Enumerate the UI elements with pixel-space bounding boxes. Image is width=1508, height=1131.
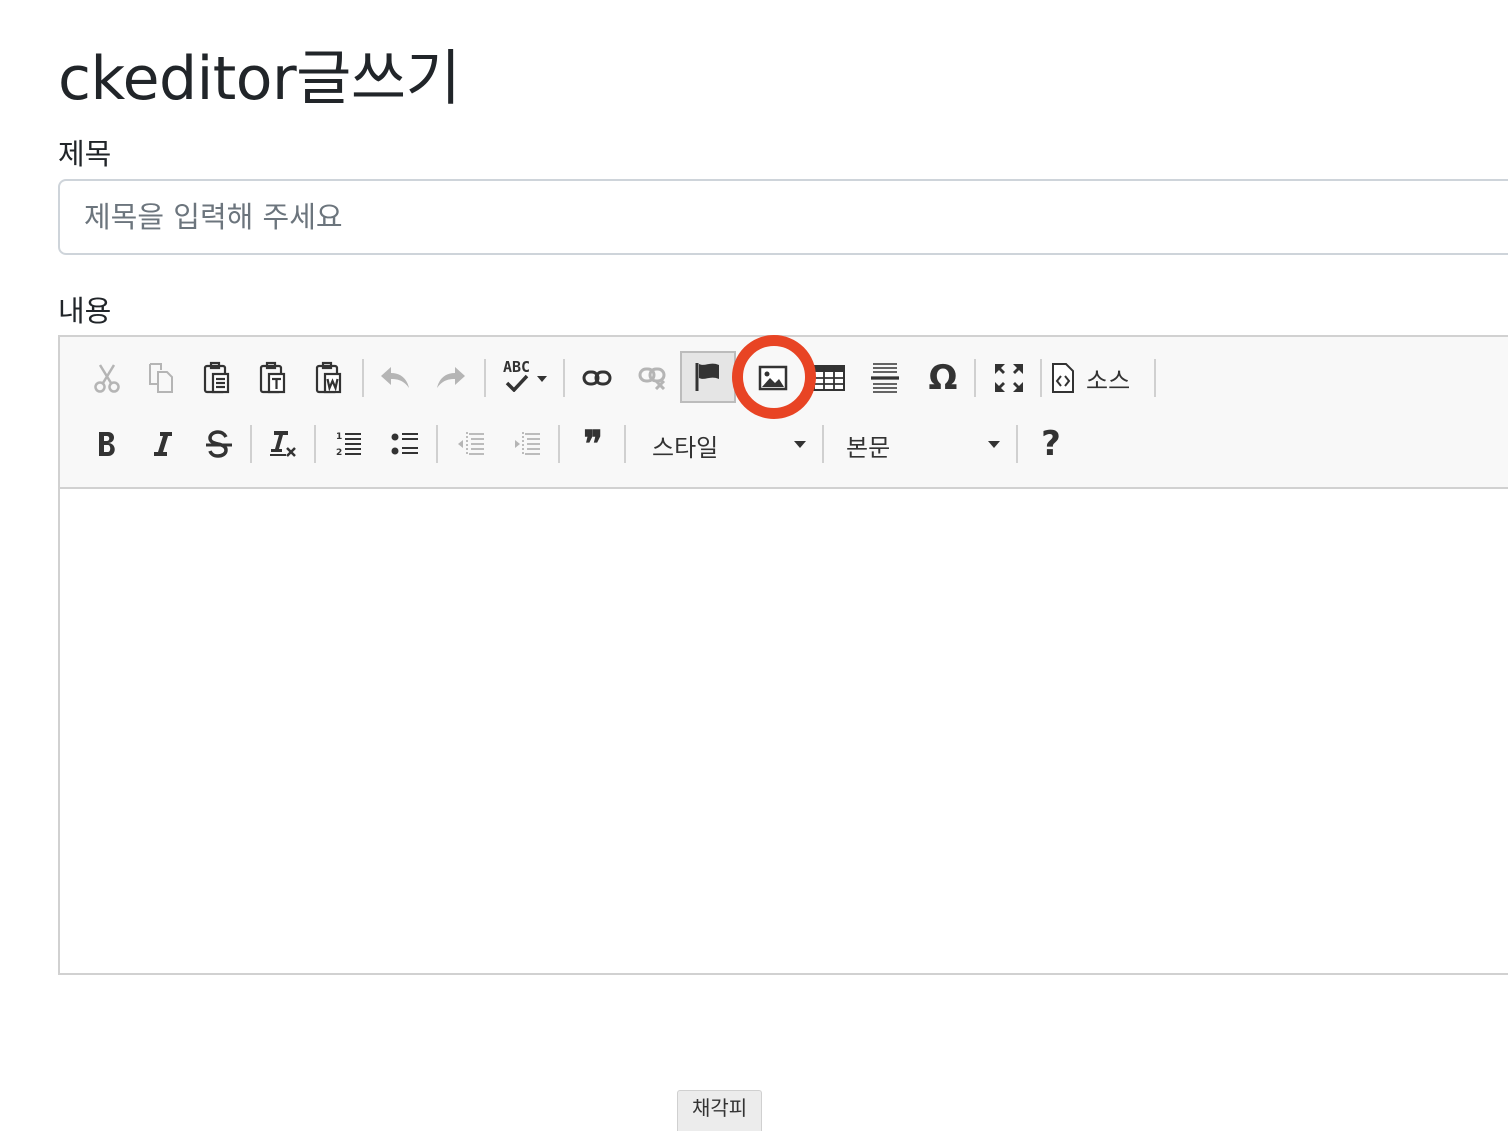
title-input[interactable] bbox=[58, 179, 1508, 255]
toolbar-separator bbox=[436, 425, 438, 463]
table-icon bbox=[813, 365, 845, 391]
chevron-down-icon bbox=[988, 441, 1000, 448]
flag-icon bbox=[695, 363, 719, 391]
redo-button[interactable] bbox=[428, 355, 474, 401]
numbered-list-icon: 12 bbox=[336, 432, 361, 458]
toolbar-separator bbox=[484, 359, 486, 397]
toolbar-separator bbox=[1154, 359, 1156, 397]
special-char-button[interactable]: Ω bbox=[920, 355, 966, 401]
bold-icon bbox=[99, 432, 115, 456]
style-combo-label: 스타일 bbox=[652, 433, 719, 462]
format-combo[interactable]: 본문 bbox=[846, 423, 1000, 467]
chevron-down-icon bbox=[794, 441, 806, 448]
svg-text:1: 1 bbox=[336, 432, 342, 442]
toolbar-separator bbox=[558, 425, 560, 463]
toolbar-separator bbox=[624, 425, 626, 463]
clear-format-icon bbox=[270, 431, 296, 457]
remove-format-button[interactable] bbox=[260, 421, 306, 467]
bulleted-list-icon bbox=[391, 433, 418, 455]
unlink-button[interactable] bbox=[630, 355, 676, 401]
outdent-button[interactable] bbox=[448, 421, 494, 467]
toolbar-separator bbox=[1040, 359, 1042, 397]
source-button[interactable]: 소스 bbox=[1050, 355, 1150, 401]
spellcheck-icon: ABC bbox=[501, 358, 547, 398]
anchor-button[interactable] bbox=[680, 351, 736, 403]
image-icon bbox=[758, 365, 788, 391]
style-combo[interactable]: 스타일 bbox=[652, 423, 806, 467]
source-label: 소스 bbox=[1086, 366, 1131, 395]
undo-button[interactable] bbox=[372, 355, 418, 401]
toolbar-separator bbox=[822, 425, 824, 463]
bold-button[interactable] bbox=[84, 421, 130, 467]
help-icon: ? bbox=[1041, 424, 1061, 464]
maximize-icon bbox=[995, 364, 1023, 392]
quote-icon: ❞ bbox=[583, 423, 603, 465]
table-button[interactable] bbox=[806, 355, 852, 401]
copy-icon bbox=[149, 363, 173, 393]
numbered-list-button[interactable]: 12 bbox=[326, 421, 372, 467]
bulleted-list-button[interactable] bbox=[382, 421, 428, 467]
editor-content-area[interactable]: 채각피 bbox=[60, 489, 1508, 1131]
paste-word-icon bbox=[315, 361, 342, 394]
toolbar-separator bbox=[1016, 425, 1018, 463]
editor-toolbar: ABC Ω 소스 1 2 ❞ 스타일 본문 ? bbox=[60, 337, 1508, 489]
svg-text:2: 2 bbox=[336, 448, 342, 458]
strikethrough-button[interactable] bbox=[196, 421, 242, 467]
cut-button[interactable] bbox=[84, 355, 130, 401]
maximize-button[interactable] bbox=[986, 355, 1032, 401]
clipboard-icon bbox=[203, 361, 230, 394]
toolbar-separator bbox=[974, 359, 976, 397]
help-button[interactable]: ? bbox=[1028, 421, 1074, 467]
unlink-icon bbox=[638, 367, 666, 390]
indent-button[interactable] bbox=[504, 421, 550, 467]
italic-button[interactable] bbox=[140, 421, 186, 467]
copy-button[interactable] bbox=[138, 355, 184, 401]
scissors-icon bbox=[94, 364, 120, 393]
strikethrough-icon bbox=[206, 430, 232, 458]
paste-text-icon bbox=[259, 361, 286, 394]
content-label: 내용 bbox=[58, 294, 112, 328]
horizontal-rule-button[interactable] bbox=[862, 355, 908, 401]
page-title: ckeditor글쓰기 bbox=[58, 44, 461, 114]
image-button[interactable] bbox=[750, 355, 796, 401]
blockquote-button[interactable]: ❞ bbox=[570, 421, 616, 467]
paste-word-button[interactable] bbox=[306, 355, 352, 401]
toolbar-separator bbox=[314, 425, 316, 463]
title-label: 제목 bbox=[58, 137, 112, 171]
toolbar-separator bbox=[563, 359, 565, 397]
ckeditor: ABC Ω 소스 1 2 ❞ 스타일 본문 ? 채각피 bbox=[58, 335, 1508, 1131]
toolbar-separator bbox=[362, 359, 364, 397]
link-icon bbox=[582, 370, 612, 386]
omega-icon: Ω bbox=[928, 358, 958, 398]
editor-status-tag: 채각피 bbox=[677, 1090, 763, 1131]
undo-icon bbox=[381, 367, 409, 388]
source-icon bbox=[1052, 363, 1074, 393]
format-combo-label: 본문 bbox=[846, 433, 891, 462]
spellcheck-button[interactable]: ABC bbox=[496, 355, 552, 401]
link-button[interactable] bbox=[574, 355, 620, 401]
paste-button[interactable] bbox=[194, 355, 240, 401]
italic-icon bbox=[154, 432, 172, 456]
redo-icon bbox=[437, 367, 465, 388]
toolbar-separator bbox=[250, 425, 252, 463]
outdent-icon bbox=[458, 432, 484, 456]
paste-text-button[interactable] bbox=[250, 355, 296, 401]
horizontal-line-icon bbox=[871, 363, 899, 393]
indent-icon bbox=[515, 432, 540, 456]
